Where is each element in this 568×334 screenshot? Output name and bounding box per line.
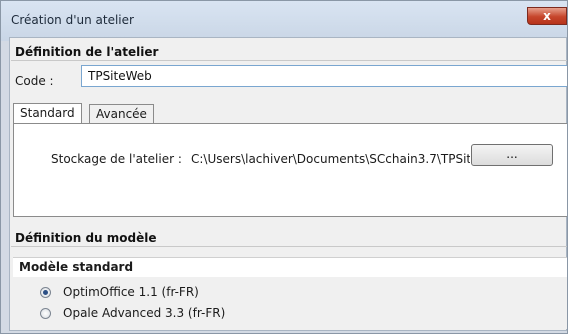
radio-optimoffice-label[interactable]: OptimOffice 1.1 (fr-FR): [63, 285, 199, 299]
close-button[interactable]: x: [527, 7, 567, 25]
model-group-header: Modèle standard: [13, 257, 567, 278]
browse-button[interactable]: ...: [471, 144, 553, 166]
window-title: Création d'un atelier: [11, 13, 134, 27]
radio-opale-advanced-label[interactable]: Opale Advanced 3.3 (fr-FR): [63, 306, 225, 320]
section-divider: [11, 60, 567, 61]
model-section-title: Définition du modèle: [15, 231, 157, 245]
radio-opale-advanced[interactable]: [40, 308, 51, 319]
dialog-window: Création d'un atelier x Définition de l'…: [0, 0, 568, 334]
storage-label: Stockage de l'atelier :: [51, 152, 182, 166]
model-group-title: Modèle standard: [19, 260, 134, 274]
tab-standard[interactable]: Standard: [13, 103, 82, 124]
atelier-section-title: Définition de l'atelier: [15, 45, 159, 59]
tab-avancee[interactable]: Avancée: [89, 104, 154, 123]
storage-path: C:\Users\lachiver\Documents\SCchain3.7\T…: [191, 152, 470, 166]
tab-panel-standard: [13, 123, 567, 217]
code-field[interactable]: [81, 65, 567, 87]
section-divider: [11, 246, 567, 247]
radio-optimoffice[interactable]: [40, 287, 51, 298]
code-label: Code :: [15, 74, 54, 88]
title-bar: Création d'un atelier x: [1, 1, 567, 41]
